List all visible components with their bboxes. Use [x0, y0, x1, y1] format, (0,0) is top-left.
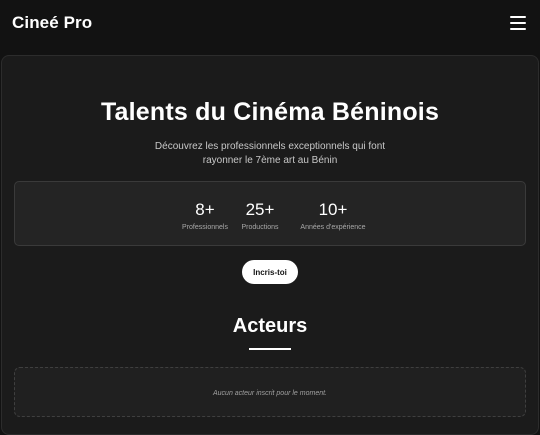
stat-value: 25+: [245, 200, 275, 219]
menu-bar-top: [510, 16, 526, 18]
section-title-underline: [249, 348, 291, 350]
hero-subtitle-line-1: Découvrez les professionnels exceptionne…: [154, 141, 386, 152]
stat-label: Productions: [241, 224, 279, 231]
stat-value: 10+: [318, 200, 348, 219]
signup-button[interactable]: Incris-toi: [242, 260, 298, 284]
stat-label: Années d'expérience: [300, 224, 366, 231]
stats-panel: 8+ Professionnels 25+ Productions 10+ An…: [14, 181, 526, 246]
top-navbar: Cineé Pro: [0, 0, 540, 46]
hero-title: Talents du Cinéma Béninois: [100, 98, 440, 126]
empty-state-message: Aucun acteur inscrit pour le moment.: [213, 390, 327, 397]
hamburger-menu-icon[interactable]: [510, 16, 526, 30]
brand-logo-text[interactable]: Cineé Pro: [12, 13, 92, 33]
menu-bar-bottom: [510, 28, 526, 30]
hero-subtitle-line-2: rayonner le 7ème art au Bénin: [202, 155, 338, 166]
hero-subtitle: Découvrez les professionnels exceptionne…: [150, 140, 390, 168]
menu-bar-middle: [510, 22, 526, 24]
section-title-actors: Acteurs: [232, 315, 308, 337]
